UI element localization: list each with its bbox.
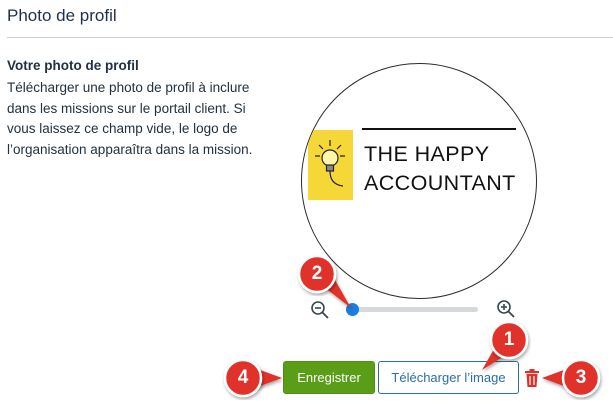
description-text: Télécharger une photo de profil à inclur…: [7, 80, 253, 157]
annotation-label-1: 1: [503, 329, 515, 350]
section-divider: [7, 37, 613, 38]
annotation-marker-3: 3: [540, 355, 606, 401]
logo-yellow-square: [308, 130, 353, 200]
logo-text-line-2: ACCOUNTANT: [364, 171, 516, 195]
annotation-marker-1: 1: [470, 318, 540, 374]
zoom-slider-track[interactable]: [352, 307, 478, 312]
description-heading: Votre photo de profil: [7, 58, 139, 73]
section-title: Photo de profil: [7, 6, 117, 25]
annotation-label-3: 3: [575, 367, 587, 388]
zoom-in-icon[interactable]: [496, 299, 516, 319]
lightbulb-icon: [315, 140, 345, 187]
logo-text: THE HAPPY ACCOUNTANT: [364, 140, 516, 198]
annotation-label-4: 4: [237, 367, 249, 388]
logo-rule: [362, 128, 516, 130]
annotation-marker-2: 2: [289, 253, 359, 315]
logo-text-line-1: THE HAPPY: [364, 142, 490, 166]
annotation-marker-4: 4: [218, 355, 284, 401]
save-button[interactable]: Enregistrer: [283, 361, 375, 394]
annotation-label-2: 2: [311, 263, 323, 284]
